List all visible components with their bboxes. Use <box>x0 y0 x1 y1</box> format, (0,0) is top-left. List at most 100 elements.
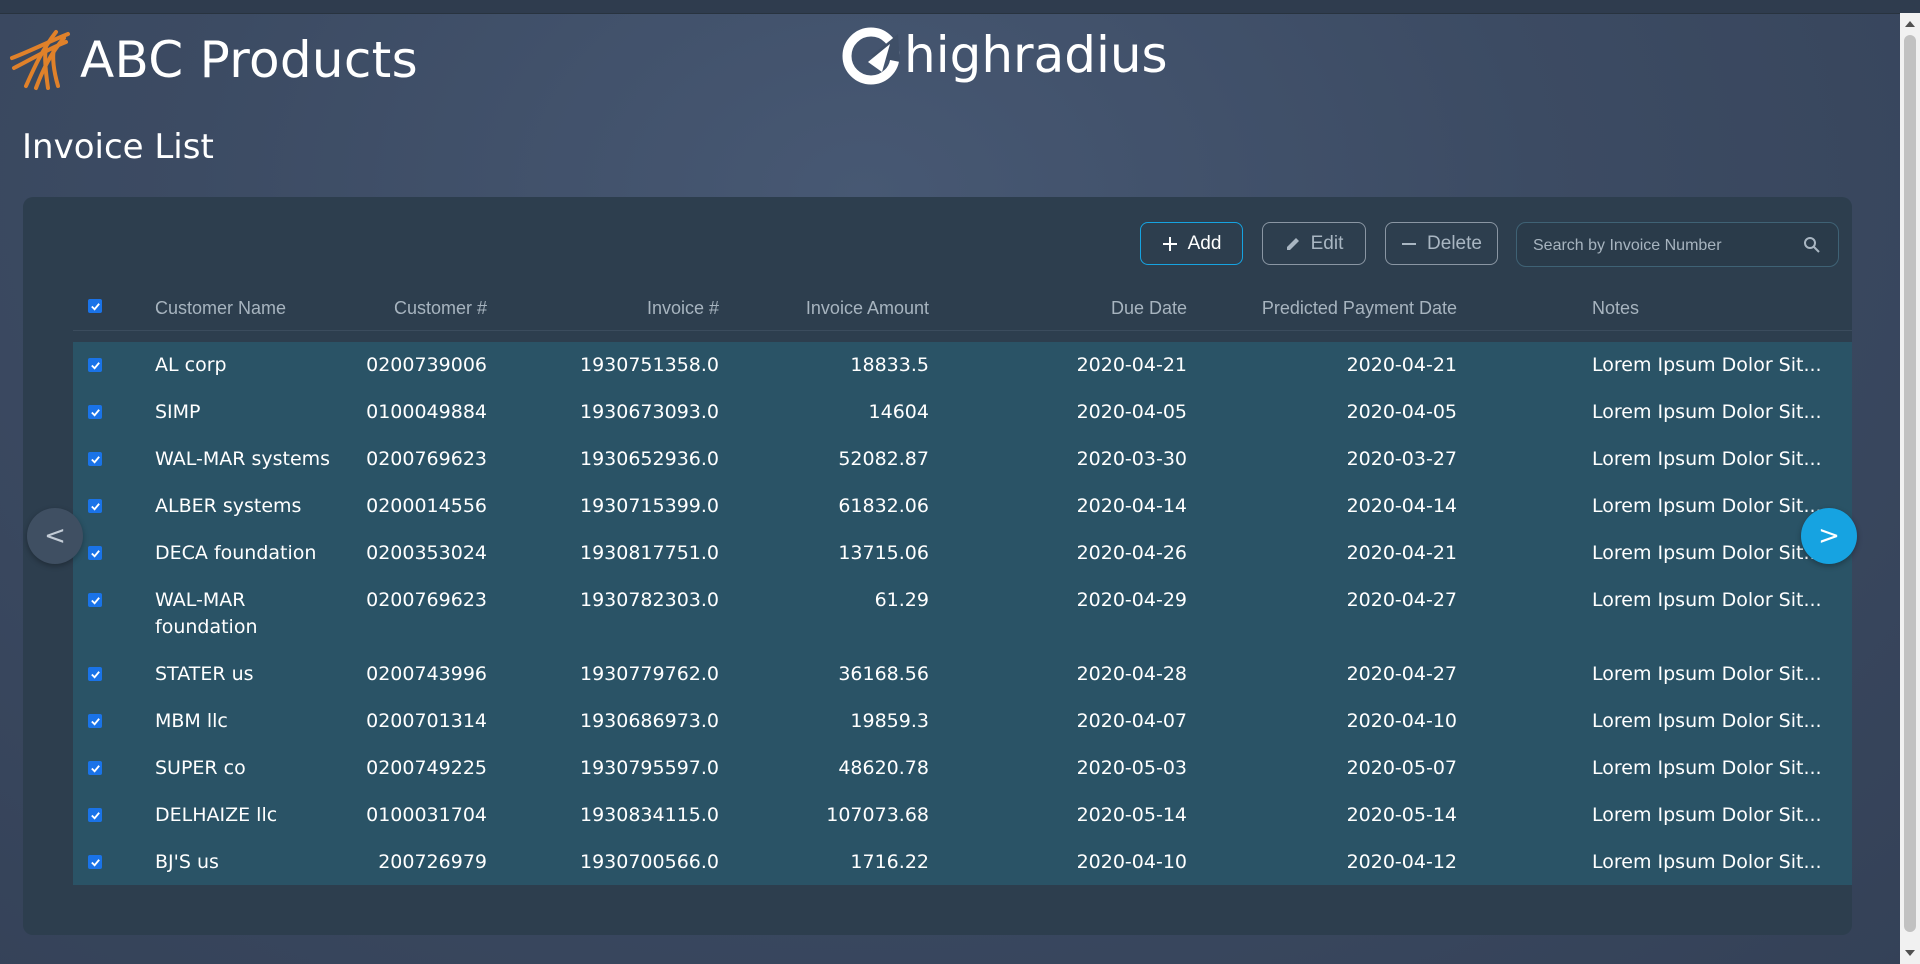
cell-customer-number: 0200701314 <box>366 710 487 732</box>
column-header-predicted-payment-date[interactable]: Predicted Payment Date <box>1173 287 1457 329</box>
next-page-button[interactable]: > <box>1801 508 1857 564</box>
cell-invoice-number: 1930700566.0 <box>579 851 719 873</box>
cell-invoice-number: 1930834115.0 <box>579 804 719 826</box>
previous-page-button[interactable]: < <box>27 508 83 564</box>
cell-predicted-payment-date: 2020-04-27 <box>1346 589 1457 611</box>
cell-customer-name: AL corp <box>155 354 227 376</box>
checkbox-checked-icon <box>90 811 100 820</box>
add-button[interactable]: Add <box>1140 222 1243 265</box>
cell-customer-number: 0100049884 <box>366 401 487 423</box>
plus-icon <box>1162 236 1178 252</box>
cell-invoice-number: 1930686973.0 <box>579 710 719 732</box>
cell-due-date: 2020-04-14 <box>1076 495 1187 517</box>
cell-customer-name: MBM llc <box>155 710 228 732</box>
column-header-invoice-amount[interactable]: Invoice Amount <box>753 287 929 329</box>
pencil-icon <box>1285 236 1301 252</box>
cell-due-date: 2020-05-03 <box>1076 757 1187 779</box>
cell-notes: Lorem Ipsum Dolor Sit... <box>1592 710 1822 732</box>
row-checkbox[interactable] <box>88 808 102 822</box>
cell-customer-name: ALBER systems <box>155 495 302 517</box>
cell-customer-name-line: WAL-MAR <box>155 589 246 611</box>
row-checkbox[interactable] <box>88 667 102 681</box>
cell-notes: Lorem Ipsum Dolor Sit... <box>1592 804 1822 826</box>
scroll-down-icon[interactable] <box>1905 950 1915 956</box>
table-row[interactable]: SUPER co 0200749225 1930795597.0 48620.7… <box>73 745 1852 792</box>
cell-invoice-amount: 61832.06 <box>838 495 929 517</box>
cell-customer-name: SIMP <box>155 401 201 423</box>
cell-predicted-payment-date: 2020-04-27 <box>1346 663 1457 685</box>
checkbox-checked-icon <box>90 764 100 773</box>
edit-button[interactable]: Edit <box>1262 222 1366 265</box>
checkbox-checked-icon <box>90 361 100 370</box>
page-scrollbar[interactable] <box>1900 13 1920 964</box>
scrollbar-thumb[interactable] <box>1904 35 1916 932</box>
column-header-notes[interactable]: Notes <box>1592 287 1639 329</box>
cell-invoice-amount: 107073.68 <box>826 804 929 826</box>
checkbox-checked-icon <box>90 502 100 511</box>
cell-customer-name-line: foundation <box>155 616 258 638</box>
table-row[interactable]: DECA foundation 0200353024 1930817751.0 … <box>73 530 1852 577</box>
cell-customer-name: STATER us <box>155 663 254 685</box>
table-row[interactable]: SIMP 0100049884 1930673093.0 14604 2020-… <box>73 389 1852 436</box>
delete-button-label: Delete <box>1427 232 1482 254</box>
search-box <box>1516 222 1839 268</box>
cell-invoice-number: 1930715399.0 <box>579 495 719 517</box>
cell-notes: Lorem Ipsum Dolor Sit... <box>1592 448 1822 470</box>
cell-customer-number: 0200749225 <box>366 757 487 779</box>
cell-notes: Lorem Ipsum Dolor Sit... <box>1592 757 1822 779</box>
browser-top-strip <box>0 0 1920 14</box>
table-row[interactable]: MBM llc 0200701314 1930686973.0 19859.3 … <box>73 698 1852 745</box>
table-body: AL corp 0200739006 1930751358.0 18833.5 … <box>73 342 1852 885</box>
column-header-customer-number[interactable]: Customer # <box>341 287 487 329</box>
table-row[interactable]: WAL-MAR systems 0200769623 1930652936.0 … <box>73 436 1852 483</box>
checkbox-checked-icon <box>90 549 100 558</box>
select-all-checkbox[interactable] <box>88 299 102 313</box>
checkbox-checked-icon <box>90 717 100 726</box>
abc-products-logo-icon <box>10 30 70 90</box>
cell-invoice-number: 1930782303.0 <box>579 589 719 611</box>
search-input[interactable] <box>1531 223 1795 268</box>
row-checkbox[interactable] <box>88 593 102 607</box>
table-row[interactable]: WAL-MAR foundation 0200769623 1930782303… <box>73 577 1852 651</box>
cell-customer-number: 0200743996 <box>366 663 487 685</box>
column-header-customer-name[interactable]: Customer Name <box>155 287 286 329</box>
cell-customer-number: 0200353024 <box>366 542 487 564</box>
cell-predicted-payment-date: 2020-04-21 <box>1346 354 1457 376</box>
table-row[interactable]: AL corp 0200739006 1930751358.0 18833.5 … <box>73 342 1852 389</box>
cell-notes: Lorem Ipsum Dolor Sit... <box>1592 542 1822 564</box>
row-checkbox[interactable] <box>88 546 102 560</box>
cell-invoice-number: 1930779762.0 <box>579 663 719 685</box>
row-checkbox[interactable] <box>88 452 102 466</box>
cell-invoice-amount: 14604 <box>868 401 929 423</box>
partner-logo: highradius <box>838 20 1168 90</box>
delete-button[interactable]: Delete <box>1385 222 1498 265</box>
row-checkbox[interactable] <box>88 714 102 728</box>
search-icon[interactable] <box>1803 236 1820 258</box>
header-divider <box>73 330 1852 331</box>
table-row[interactable]: DELHAIZE llc 0100031704 1930834115.0 107… <box>73 792 1852 839</box>
brand: ABC Products <box>8 28 418 92</box>
scroll-up-icon[interactable] <box>1905 21 1915 27</box>
row-checkbox[interactable] <box>88 499 102 513</box>
row-checkbox[interactable] <box>88 405 102 419</box>
cell-due-date: 2020-04-10 <box>1076 851 1187 873</box>
row-checkbox[interactable] <box>88 855 102 869</box>
cell-due-date: 2020-03-30 <box>1076 448 1187 470</box>
cell-due-date: 2020-04-28 <box>1076 663 1187 685</box>
row-checkbox[interactable] <box>88 761 102 775</box>
highradius-logo-icon <box>842 27 900 85</box>
row-checkbox[interactable] <box>88 358 102 372</box>
edit-button-label: Edit <box>1310 232 1344 254</box>
table-row[interactable]: ALBER systems 0200014556 1930715399.0 61… <box>73 483 1852 530</box>
table-row[interactable]: STATER us 0200743996 1930779762.0 36168.… <box>73 651 1852 698</box>
table-row[interactable]: BJ'S us 200726979 1930700566.0 1716.22 2… <box>73 839 1852 885</box>
cell-predicted-payment-date: 2020-04-21 <box>1346 542 1457 564</box>
column-header-invoice-number[interactable]: Invoice # <box>573 287 719 329</box>
cell-predicted-payment-date: 2020-04-14 <box>1346 495 1457 517</box>
checkbox-checked-icon <box>90 670 100 679</box>
cell-predicted-payment-date: 2020-04-12 <box>1346 851 1457 873</box>
column-header-due-date[interactable]: Due Date <box>1013 287 1187 329</box>
cell-predicted-payment-date: 2020-04-05 <box>1346 401 1457 423</box>
cell-predicted-payment-date: 2020-03-27 <box>1346 448 1457 470</box>
table-header: Customer Name Customer # Invoice # Invoi… <box>73 287 1852 341</box>
